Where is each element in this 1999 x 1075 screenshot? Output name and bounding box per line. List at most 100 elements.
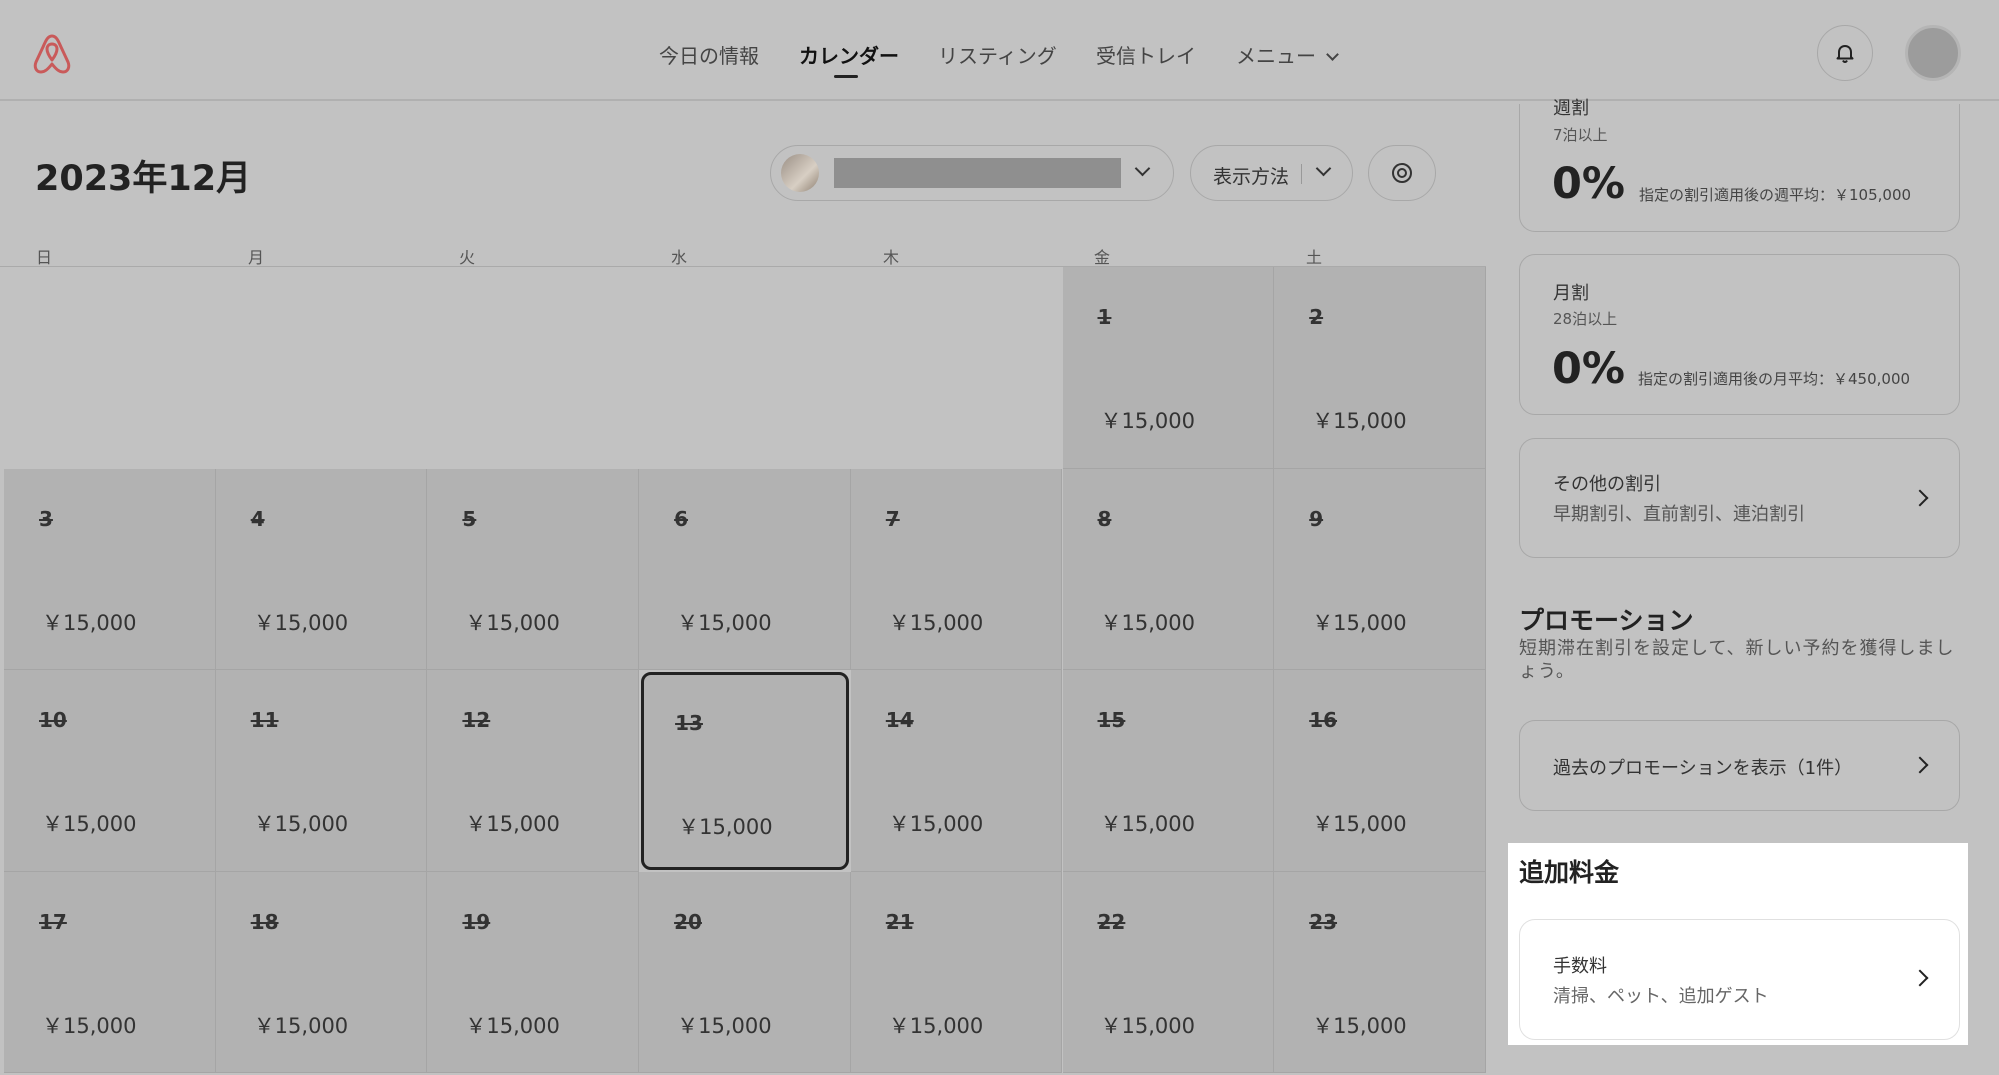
calendar-day-number: 12 (462, 708, 491, 732)
calendar-day-cell[interactable]: 1 ￥15,000 (1062, 267, 1275, 469)
calendar-day-cell[interactable]: 19 ￥15,000 (427, 871, 640, 1073)
listing-thumbnail (781, 154, 819, 192)
calendar-day-cell[interactable]: 3 ￥15,000 (4, 468, 216, 670)
other-discounts-sub: 早期割引、直前割引、連泊割引 (1553, 504, 1805, 525)
calendar-day-cell[interactable]: 4 ￥15,000 (215, 468, 428, 670)
additional-fees-title: 追加料金 (1519, 858, 1620, 887)
top-header: 今日の情報 カレンダー リスティング 受信トレイ メニュー (0, 0, 1999, 101)
calendar-day-price: ￥15,000 (465, 610, 560, 635)
view-options-label: 表示方法 (1213, 166, 1290, 188)
weekday-header: 日 月 火 水 木 金 土 (0, 244, 1486, 267)
calendar-day-price: ￥15,000 (42, 610, 137, 635)
calendar-settings-button[interactable] (1368, 145, 1436, 201)
calendar-day-number: 15 (1097, 708, 1126, 732)
calendar-day-cell[interactable]: 10 ￥15,000 (4, 670, 216, 872)
calendar-day-price: ￥15,000 (42, 812, 137, 836)
calendar-day-number: 6 (674, 506, 689, 531)
calendar-day-number: 14 (885, 708, 914, 732)
calendar-day-cell[interactable]: 20 ￥15,000 (639, 871, 851, 1073)
calendar-day-cell[interactable]: 22 ￥15,000 (1062, 871, 1275, 1073)
nav-menu[interactable]: メニュー (1236, 40, 1339, 69)
listing-name-redacted (834, 158, 1121, 188)
weekly-discount-card[interactable]: 週割 7泊以上 0% 指定の割引適用後の週平均：￥105,000 (1519, 98, 1960, 232)
additional-fees-section: 追加料金 手数料 清掃、ペット、追加ゲスト (1508, 843, 1968, 1045)
calendar-day-cell[interactable]: 8 ￥15,000 (1062, 468, 1275, 670)
calendar-day-number: 4 (250, 506, 265, 531)
calendar-day-price: ￥15,000 (465, 812, 560, 836)
calendar-day-cell[interactable]: 5 ￥15,000 (427, 468, 640, 670)
listing-selector[interactable] (770, 145, 1174, 201)
weekday-wed: 水 (671, 248, 688, 267)
nav-inbox[interactable]: 受信トレイ (1096, 40, 1196, 69)
weekly-discount-sub: 7泊以上 (1553, 126, 1608, 144)
weekday-sat: 土 (1306, 248, 1323, 267)
calendar-day-price: ￥15,000 (1100, 610, 1195, 635)
chevron-right-icon (1911, 489, 1929, 507)
calendar-day-cell[interactable]: 7 ￥15,000 (850, 468, 1063, 670)
fees-card[interactable]: 手数料 清掃、ペット、追加ゲスト (1519, 919, 1960, 1040)
calendar-day-number: 22 (1097, 909, 1126, 934)
calendar-day-cell[interactable]: 11 ￥15,000 (215, 670, 428, 872)
calendar-day-cell[interactable]: 16 ￥15,000 (1274, 670, 1486, 872)
calendar-day-price: ￥15,000 (1312, 610, 1407, 635)
calendar-day-number: 21 (885, 909, 914, 934)
monthly-discount-title: 月割 (1553, 283, 1589, 304)
calendar-day-price: ￥15,000 (253, 1013, 349, 1038)
calendar-day-price: ￥15,000 (1312, 1013, 1407, 1038)
calendar-day-number: 2 (1309, 305, 1324, 329)
chevron-down-icon (1315, 160, 1332, 177)
calendar-day-number: 8 (1097, 506, 1112, 531)
calendar-day-price: ￥15,000 (888, 610, 984, 635)
view-separator (1301, 164, 1302, 184)
calendar-day-cell[interactable]: 6 ￥15,000 (639, 468, 851, 670)
calendar-day-number: 3 (39, 506, 53, 531)
calendar-day-price: ￥15,000 (678, 815, 773, 839)
calendar-day-cell[interactable]: 17 ￥15,000 (4, 871, 216, 1073)
view-options-button[interactable]: 表示方法 (1190, 145, 1353, 201)
calendar-day-number: 17 (39, 909, 67, 934)
nav-calendar[interactable]: カレンダー (799, 40, 899, 69)
calendar-day-price: ￥15,000 (465, 1013, 560, 1038)
calendar-day-cell[interactable]: 2 ￥15,000 (1274, 267, 1486, 469)
notifications-button[interactable] (1817, 25, 1873, 81)
calendar-day-cell[interactable]: 18 ￥15,000 (215, 871, 428, 1073)
nav-today[interactable]: 今日の情報 (659, 40, 759, 69)
calendar-day-cell[interactable]: 23 ￥15,000 (1274, 871, 1486, 1073)
past-promotions-link: 過去のプロモーションを表示（1件） (1553, 758, 1853, 779)
monthly-discount-card[interactable]: 月割 28泊以上 0% 指定の割引適用後の月平均：￥450,000 (1519, 254, 1960, 415)
weekday-tue: 火 (459, 248, 476, 267)
calendar-day-number: 11 (250, 708, 279, 732)
promotion-description: 短期滞在割引を設定して、新しい予約を獲得しましょう。 (1519, 638, 1955, 683)
calendar-day-number: 1 (1097, 305, 1112, 329)
calendar-day-cell[interactable]: 14 ￥15,000 (850, 670, 1063, 872)
weekday-fri: 金 (1094, 248, 1111, 267)
calendar-day-cell[interactable]: 21 ￥15,000 (850, 871, 1063, 1073)
calendar-day-price: ￥15,000 (888, 1013, 984, 1038)
user-avatar[interactable] (1905, 25, 1961, 81)
chevron-down-icon (1326, 48, 1339, 61)
calendar-day-number: 9 (1309, 506, 1324, 531)
calendar-grid: 1 ￥15,000 2 ￥15,000 3 ￥15,000 4 ￥15,000 5 ￥15,000… (4, 267, 1486, 1073)
calendar-day-cell[interactable]: 13 ￥15,000 (641, 672, 849, 870)
calendar-day-cell[interactable]: 12 ￥15,000 (427, 670, 640, 872)
calendar-day-number: 10 (39, 708, 67, 732)
past-promotions-card[interactable]: 過去のプロモーションを表示（1件） (1519, 720, 1960, 811)
calendar-day-price: ￥15,000 (677, 1013, 772, 1038)
calendar-day-number: 5 (462, 506, 477, 531)
weekly-discount-note: 指定の割引適用後の週平均：￥105,000 (1639, 186, 1912, 204)
chevron-down-icon (1134, 160, 1151, 177)
weekday-thu: 木 (883, 248, 900, 267)
chevron-right-icon (1911, 969, 1929, 987)
other-discounts-card[interactable]: その他の割引 早期割引、直前割引、連泊割引 (1519, 438, 1960, 558)
calendar-day-cell[interactable]: 9 ￥15,000 (1274, 468, 1486, 670)
calendar-day-number: 19 (462, 909, 491, 934)
calendar-day-number: 23 (1309, 909, 1338, 934)
calendar-day-cell[interactable]: 15 ￥15,000 (1062, 670, 1275, 872)
calendar-day-number: 13 (675, 711, 703, 735)
monthly-discount-sub: 28泊以上 (1553, 310, 1618, 328)
calendar-day-price: ￥15,000 (1100, 1013, 1195, 1038)
nav-listings[interactable]: リスティング (938, 40, 1057, 69)
other-discounts-title: その他の割引 (1553, 474, 1661, 495)
active-tab-indicator (834, 75, 858, 78)
weekday-mon: 月 (248, 248, 265, 267)
